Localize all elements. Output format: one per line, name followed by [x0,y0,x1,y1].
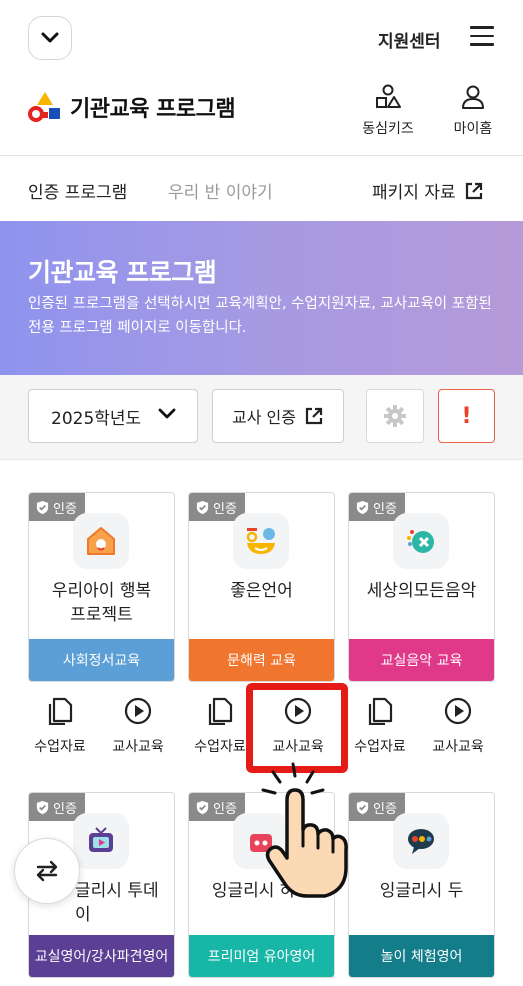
tab-class-stories[interactable]: 우리 반 이야기 [168,178,273,203]
shapes-icon [376,84,401,108]
floating-share-button[interactable] [14,838,80,904]
alert-button[interactable]: ! [438,389,495,443]
house-icon [73,513,129,569]
speech-bubble-icon [393,813,449,869]
gear-icon [384,405,406,427]
divider [0,459,523,460]
support-center-link[interactable]: 지원센터 [378,27,441,52]
action-group: 수업자료 교사교육 [340,694,500,764]
copy-document-icon [48,697,73,725]
action-label: 교사교육 [432,739,484,755]
teacher-edu-button[interactable]: 교사교육 [418,694,498,756]
program-card-world-music[interactable]: 인증 세상의모든음악 교실음악 교육 [348,492,495,682]
program-name: 잉글리시 두 [379,881,464,901]
tab-certified-programs[interactable]: 인증 프로그램 [28,178,127,203]
program-category: 교실음악 교육 [349,639,494,681]
action-label: 교사교육 [112,739,164,755]
tap-hand-icon [261,762,348,898]
package-label: 패키지 자료 [372,183,456,203]
teacher-cert-label: 교사 인증 [232,408,296,427]
hero-banner: 기관교육 프로그램 인증된 프로그램을 선택하시면 교육계획안, 수업지원자료,… [0,221,523,375]
program-category: 프리미엄 유아영어 [189,935,334,977]
action-label: 수업자료 [34,739,86,755]
shield-check-icon [36,500,49,514]
year-value: 2025학년도 [51,408,142,429]
badge-label: 인증 [213,501,237,517]
external-link-icon [465,182,482,199]
shield-check-icon [196,500,209,514]
badge-label: 인증 [373,501,397,517]
shield-check-icon [36,800,49,814]
program-name: 세상의모든음악 [366,581,477,601]
tv-icon [73,813,129,869]
music-face-icon [393,513,449,569]
settings-button[interactable] [366,389,424,443]
tab-bar: 인증 프로그램 우리 반 이야기 패키지 자료 [0,156,523,220]
copy-document-icon [368,697,393,725]
action-group: 수업자료 교사교육 [20,694,180,764]
shield-check-icon [196,800,209,814]
teacher-cert-button[interactable]: 교사 인증 [212,389,344,443]
return-arrow-icon [36,860,58,882]
external-link-icon [305,407,323,425]
play-circle-icon [124,697,152,725]
nav-label: 동심키즈 [362,121,414,137]
hamburger-menu-icon[interactable] [470,26,494,46]
nav-label: 마이홈 [453,121,493,137]
class-material-button[interactable]: 수업자료 [20,694,100,756]
class-material-button[interactable]: 수업자료 [340,694,420,756]
year-select[interactable]: 2025학년도 [28,389,198,443]
program-name: 우리아이 행복프로젝트 [51,581,152,625]
badge-label: 인증 [53,501,77,517]
brand-title: 기관교육 프로그램 [70,97,236,122]
top-bar: 지원센터 [0,0,523,72]
play-circle-icon [444,697,472,725]
filter-bar: 2025학년도 교사 인증 ! [0,375,523,459]
badge-label: 인증 [213,801,237,817]
copy-document-icon [208,697,233,725]
collapse-button[interactable] [28,16,72,60]
program-category: 놀이 체험영어 [349,935,494,977]
speech-bowl-icon [233,513,289,569]
nav-dongsim-kids[interactable]: 동심키즈 [356,84,420,138]
program-card-english-do[interactable]: 인증 잉글리시 두 놀이 체험영어 [348,792,495,978]
teacher-edu-button[interactable]: 교사교육 [98,694,178,756]
program-name: 좋은언어 [230,581,293,601]
program-card-good-language[interactable]: 인증 좋은언어 문해력 교육 [188,492,335,682]
shield-check-icon [356,500,369,514]
page: 지원센터 기관교육 프로그램 동심키즈 마이홈 인증 프로그램 우리 반 이야기… [0,0,523,986]
brand[interactable]: 기관교육 프로그램 [28,90,236,124]
action-label: 수업자료 [354,739,406,755]
badge-label: 인증 [53,801,77,817]
program-category: 교실영어/강사파견영어 [29,935,174,977]
package-materials-link[interactable]: 패키지 자료 [372,178,484,203]
program-category: 사회정서교육 [29,639,174,681]
badge-label: 인증 [373,801,397,817]
shield-check-icon [356,800,369,814]
logo-icon [28,92,60,122]
chevron-down-icon [158,408,176,419]
program-card-happy-project[interactable]: 인증 우리아이 행복프로젝트 사회정서교육 [28,492,175,682]
nav-my-home[interactable]: 마이홈 [441,84,505,138]
banner-description: 인증된 프로그램을 선택하시면 교육계획안, 수업지원자료, 교사교육이 포함된… [28,296,492,336]
program-category: 문해력 교육 [189,639,334,681]
person-icon [462,85,484,109]
banner-title: 기관교육 프로그램 [28,258,217,287]
chevron-down-icon [41,32,59,43]
